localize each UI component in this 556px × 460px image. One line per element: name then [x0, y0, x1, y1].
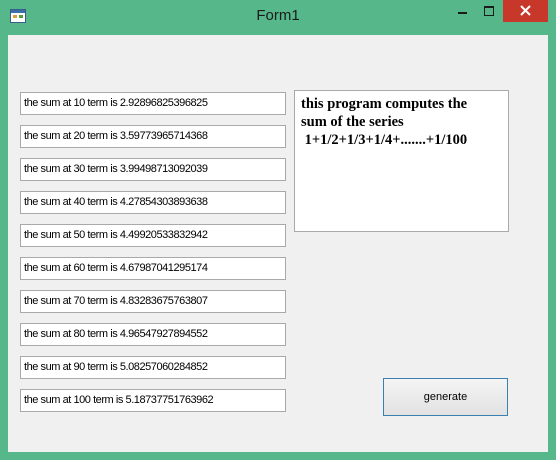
- description-line-1: this program computes the: [301, 96, 468, 112]
- output-textbox-30[interactable]: the sum at 30 term is 3.99498713092039: [20, 158, 286, 181]
- output-textbox-10[interactable]: the sum at 10 term is 2.92896825396825: [20, 92, 286, 115]
- output-textbox-70[interactable]: the sum at 70 term is 4.83283675763807: [20, 290, 286, 313]
- output-textbox-40[interactable]: the sum at 40 term is 4.27854303893638: [20, 191, 286, 214]
- title-bar[interactable]: Form1: [0, 0, 556, 35]
- form1-window: Form1 the sum at 10 term is 2.9289682539…: [0, 0, 556, 460]
- close-icon[interactable]: [503, 0, 548, 22]
- output-textbox-80[interactable]: the sum at 80 term is 4.96547927894552: [20, 323, 286, 346]
- output-textbox-90[interactable]: the sum at 90 term is 5.08257060284852: [20, 356, 286, 379]
- description-line-3: 1+1/2+1/3+1/4+.......+1/100: [301, 132, 468, 148]
- description-line-2: sum of the series: [301, 114, 404, 130]
- output-textbox-60[interactable]: the sum at 60 term is 4.67987041295174: [20, 257, 286, 280]
- generate-button[interactable]: generate: [383, 378, 508, 416]
- minimize-icon[interactable]: [449, 0, 476, 22]
- form-client-area: the sum at 10 term is 2.92896825396825 t…: [8, 35, 548, 452]
- maximize-icon[interactable]: [476, 0, 503, 22]
- output-textbox-100[interactable]: the sum at 100 term is 5.18737751763962: [20, 389, 286, 412]
- output-textbox-50[interactable]: the sum at 50 term is 4.49920533832942: [20, 224, 286, 247]
- output-textbox-20[interactable]: the sum at 20 term is 3.59773965714368: [20, 125, 286, 148]
- description-textbox[interactable]: this program computes the sum of the ser…: [294, 90, 509, 232]
